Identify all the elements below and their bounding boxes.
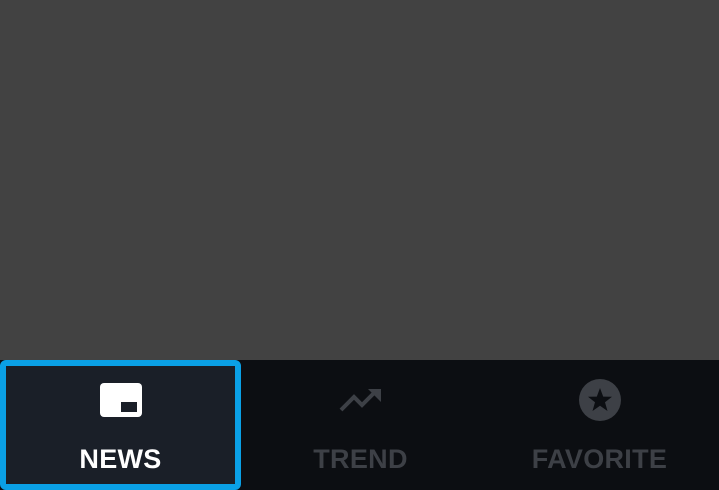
- news-icon: [99, 380, 143, 420]
- tab-news-label: NEWS: [79, 444, 162, 474]
- content-area: [0, 0, 719, 360]
- bottom-navigation: NEWS TREND FAVORITE: [0, 360, 719, 490]
- tab-trend-label: TREND: [313, 444, 408, 474]
- tab-favorite-label: FAVORITE: [531, 444, 668, 474]
- trending-up-icon: [339, 380, 383, 420]
- tab-news[interactable]: NEWS: [0, 360, 242, 490]
- tab-favorite[interactable]: FAVORITE: [480, 360, 719, 490]
- star-circle-icon: [578, 379, 622, 421]
- tab-trend[interactable]: TREND: [241, 360, 480, 490]
